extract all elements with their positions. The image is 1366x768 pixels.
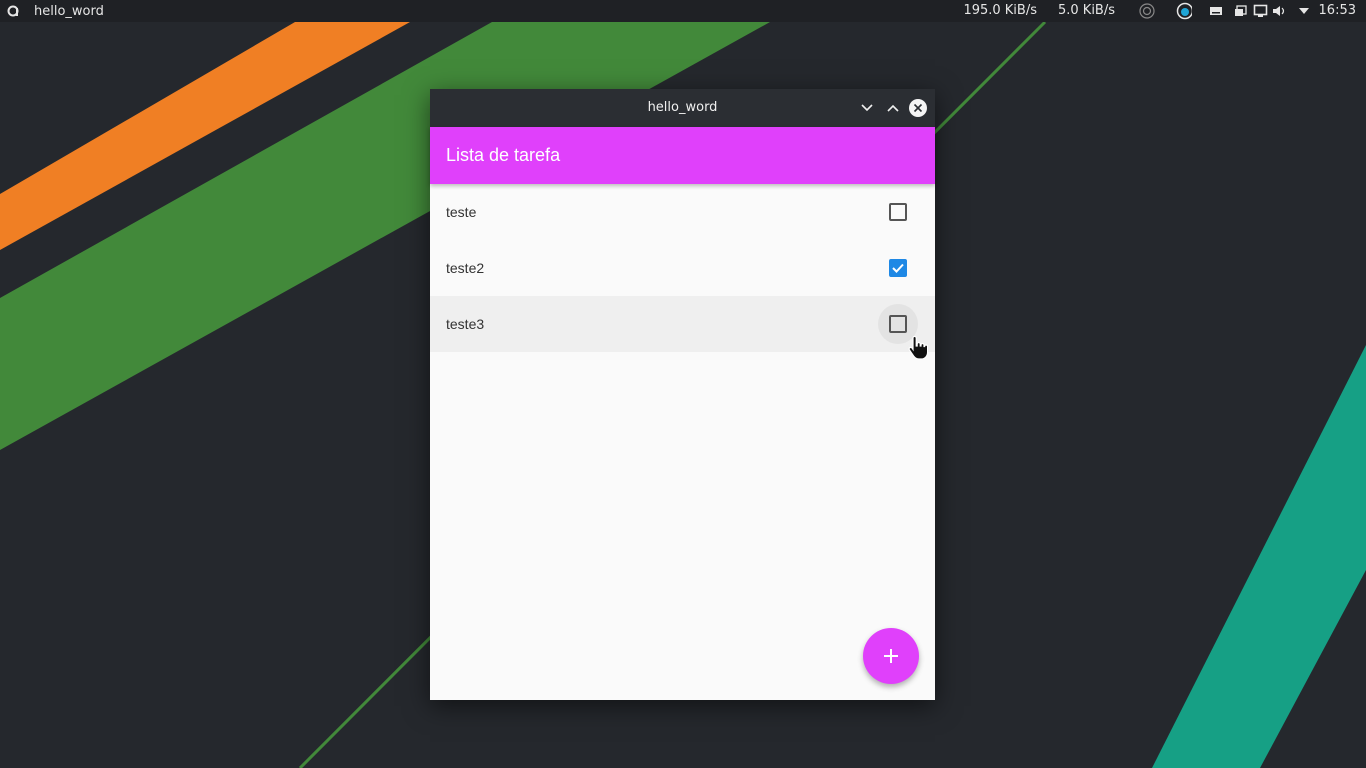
app-bar-title: Lista de tarefa [446,145,561,165]
task-list: teste teste2 teste3 [430,184,935,352]
minimize-button[interactable] [858,99,876,117]
task-row[interactable]: teste2 [430,240,935,296]
app-bar: Lista de tarefa [430,127,935,184]
task-row[interactable]: teste [430,184,935,240]
hand-cursor-icon [908,336,928,360]
task-checkbox-area[interactable] [878,248,918,288]
task-label: teste2 [446,260,485,276]
network-upload-rate: 5.0 KiB/s [1057,3,1115,18]
tray-expand-icon[interactable] [1296,3,1312,19]
task-checkbox[interactable] [889,315,907,333]
maximize-button[interactable] [884,99,902,117]
task-checkbox[interactable] [889,203,907,221]
close-icon [909,99,927,117]
chevron-up-icon [887,104,899,112]
window-titlebar[interactable]: hello_word [430,89,935,127]
task-row[interactable]: teste3 [430,296,935,352]
launcher-icon[interactable] [2,0,24,22]
app-window: hello_word Lista de tarefa teste teste2 [430,89,935,700]
drive-icon[interactable] [1208,3,1224,19]
volume-icon[interactable] [1272,3,1288,19]
top-panel: hello_word 195.0 KiB/s 5.0 KiB/s 16:53 [0,0,1366,22]
updates-icon[interactable] [1176,2,1192,20]
tray-circle-icon[interactable] [1139,3,1155,19]
display-icon[interactable] [1253,3,1269,19]
task-label: teste3 [446,316,485,332]
task-label: teste [446,204,477,220]
clock[interactable]: 16:53 [1319,3,1356,18]
plus-icon [884,649,898,663]
add-task-button[interactable] [863,628,919,684]
chevron-down-icon [861,104,873,112]
close-button[interactable] [909,99,927,117]
task-checkbox-area[interactable] [878,192,918,232]
checkmark-icon [892,263,904,273]
active-app-title[interactable]: hello_word [34,4,104,19]
clipboard-icon[interactable] [1233,3,1249,19]
task-checkbox[interactable] [889,259,907,277]
network-download-rate: 195.0 KiB/s [963,3,1037,18]
